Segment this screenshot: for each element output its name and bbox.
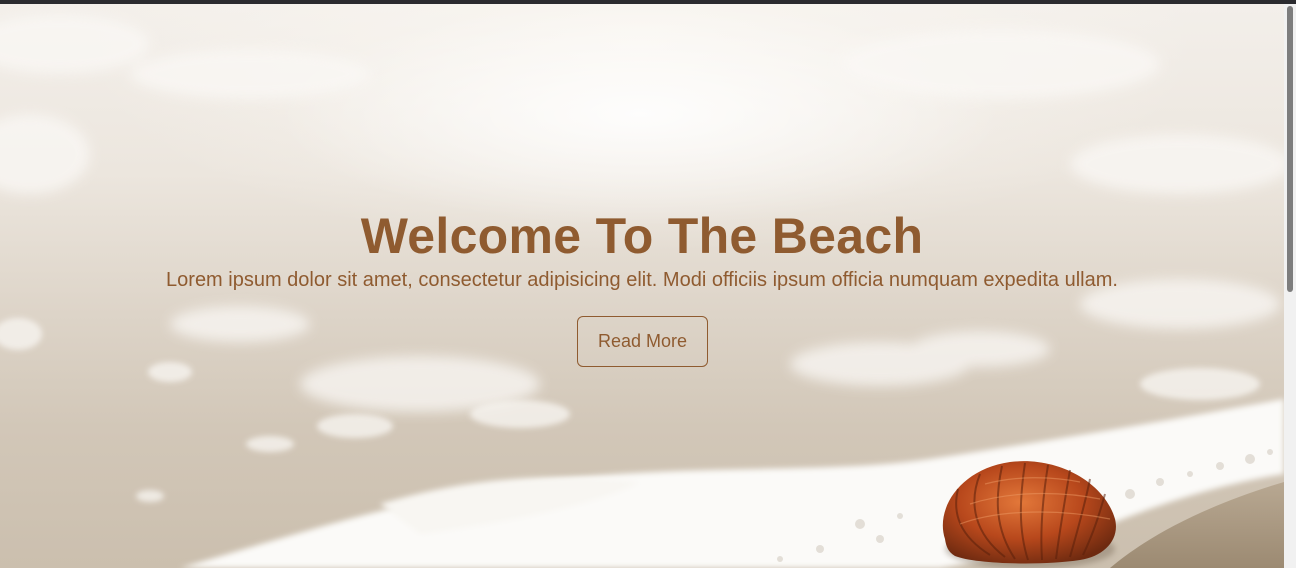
scrollbar-thumb[interactable] — [1287, 6, 1293, 292]
hero-content: Welcome To The Beach Lorem ipsum dolor s… — [0, 4, 1284, 568]
page-scrollbar[interactable] — [1284, 4, 1296, 568]
hero-title: Welcome To The Beach — [360, 208, 924, 264]
read-more-button[interactable]: Read More — [577, 316, 708, 367]
hero-subtitle: Lorem ipsum dolor sit amet, consectetur … — [166, 269, 1118, 291]
hero-section: Welcome To The Beach Lorem ipsum dolor s… — [0, 4, 1284, 568]
